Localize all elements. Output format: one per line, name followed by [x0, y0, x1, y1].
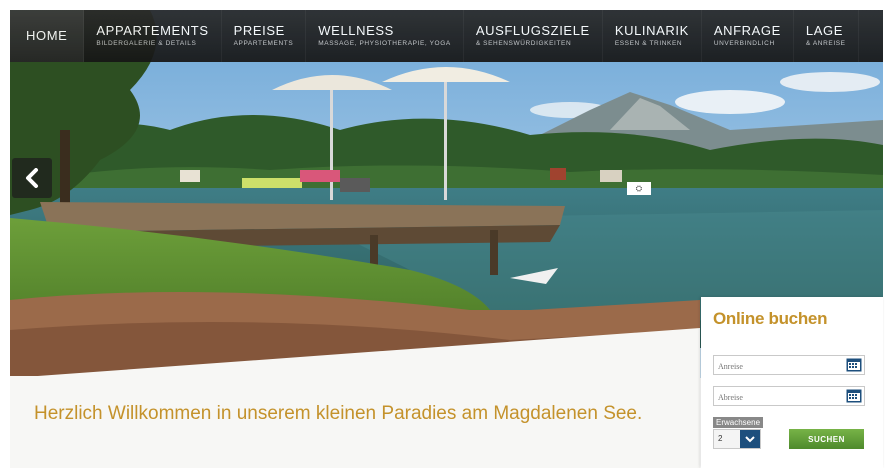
search-button[interactable]: SUCHEN [789, 429, 864, 449]
chevron-left-icon [26, 168, 38, 188]
nav-item-ausflugsziele[interactable]: AUSFLUGSZIELE & SEHENSWÜRDIGKEITEN [464, 10, 603, 62]
adults-dropdown-button[interactable] [740, 430, 760, 448]
nav-sub: & SEHENSWÜRDIGKEITEN [475, 40, 572, 47]
nav-item-appartements[interactable]: APPARTEMENTS BILDERGALERIE & DETAILS [84, 10, 222, 62]
nav-label: WELLNESS [318, 23, 394, 38]
nav-item-preise[interactable]: PREISE APPARTEMENTS [222, 10, 307, 62]
departure-field[interactable] [713, 386, 865, 407]
nav-item-anfrage[interactable]: ANFRAGE UNVERBINDLICH [702, 10, 794, 62]
arrival-input[interactable] [714, 357, 842, 376]
nav-item-lage[interactable]: LAGE & ANREISE [794, 10, 859, 62]
nav-label: ANFRAGE [713, 23, 781, 38]
nav-item-wellness[interactable]: WELLNESS MASSAGE, PHYSIOTHERAPIE, YOGA [306, 10, 464, 62]
adults-label: Erwachsene [713, 417, 764, 428]
broken-image-icon: ⛭ [627, 182, 651, 195]
slider-prev-button[interactable] [12, 158, 52, 198]
adults-select[interactable]: 2 [713, 429, 761, 449]
calendar-icon[interactable] [846, 357, 862, 372]
page: HOME APPARTEMENTS BILDERGALERIE & DETAIL… [0, 0, 885, 468]
nav-label: KULINARIK [614, 23, 689, 38]
nav-sub: UNVERBINDLICH [713, 40, 775, 47]
nav-label: LAGE [805, 23, 843, 38]
calendar-icon[interactable] [846, 388, 862, 403]
nav-sub: APPARTEMENTS [233, 40, 294, 47]
main-nav: HOME APPARTEMENTS BILDERGALERIE & DETAIL… [10, 10, 883, 62]
booking-title: Online buchen [713, 309, 828, 328]
nav-sub: & ANREISE [805, 40, 846, 47]
nav-sub: BILDERGALERIE & DETAILS [96, 40, 197, 47]
nav-label: APPARTEMENTS [96, 23, 209, 38]
nav-label: AUSFLUGSZIELE [475, 23, 590, 38]
departure-input[interactable] [714, 388, 842, 407]
nav-item-kulinarik[interactable]: KULINARIK ESSEN & TRINKEN [603, 10, 702, 62]
nav-sub: ESSEN & TRINKEN [614, 40, 683, 47]
chevron-down-icon [745, 435, 755, 442]
welcome-heading: Herzlich Willkommen in unserem kleinen P… [34, 403, 643, 424]
nav-label: HOME [26, 28, 68, 43]
arrival-field[interactable] [713, 355, 865, 376]
adults-value: 2 [718, 434, 723, 443]
nav-item-home[interactable]: HOME [10, 10, 85, 62]
booking-widget: Online buchen E [701, 297, 883, 468]
nav-sub: MASSAGE, PHYSIOTHERAPIE, YOGA [318, 40, 451, 47]
nav-label: PREISE [233, 23, 285, 38]
